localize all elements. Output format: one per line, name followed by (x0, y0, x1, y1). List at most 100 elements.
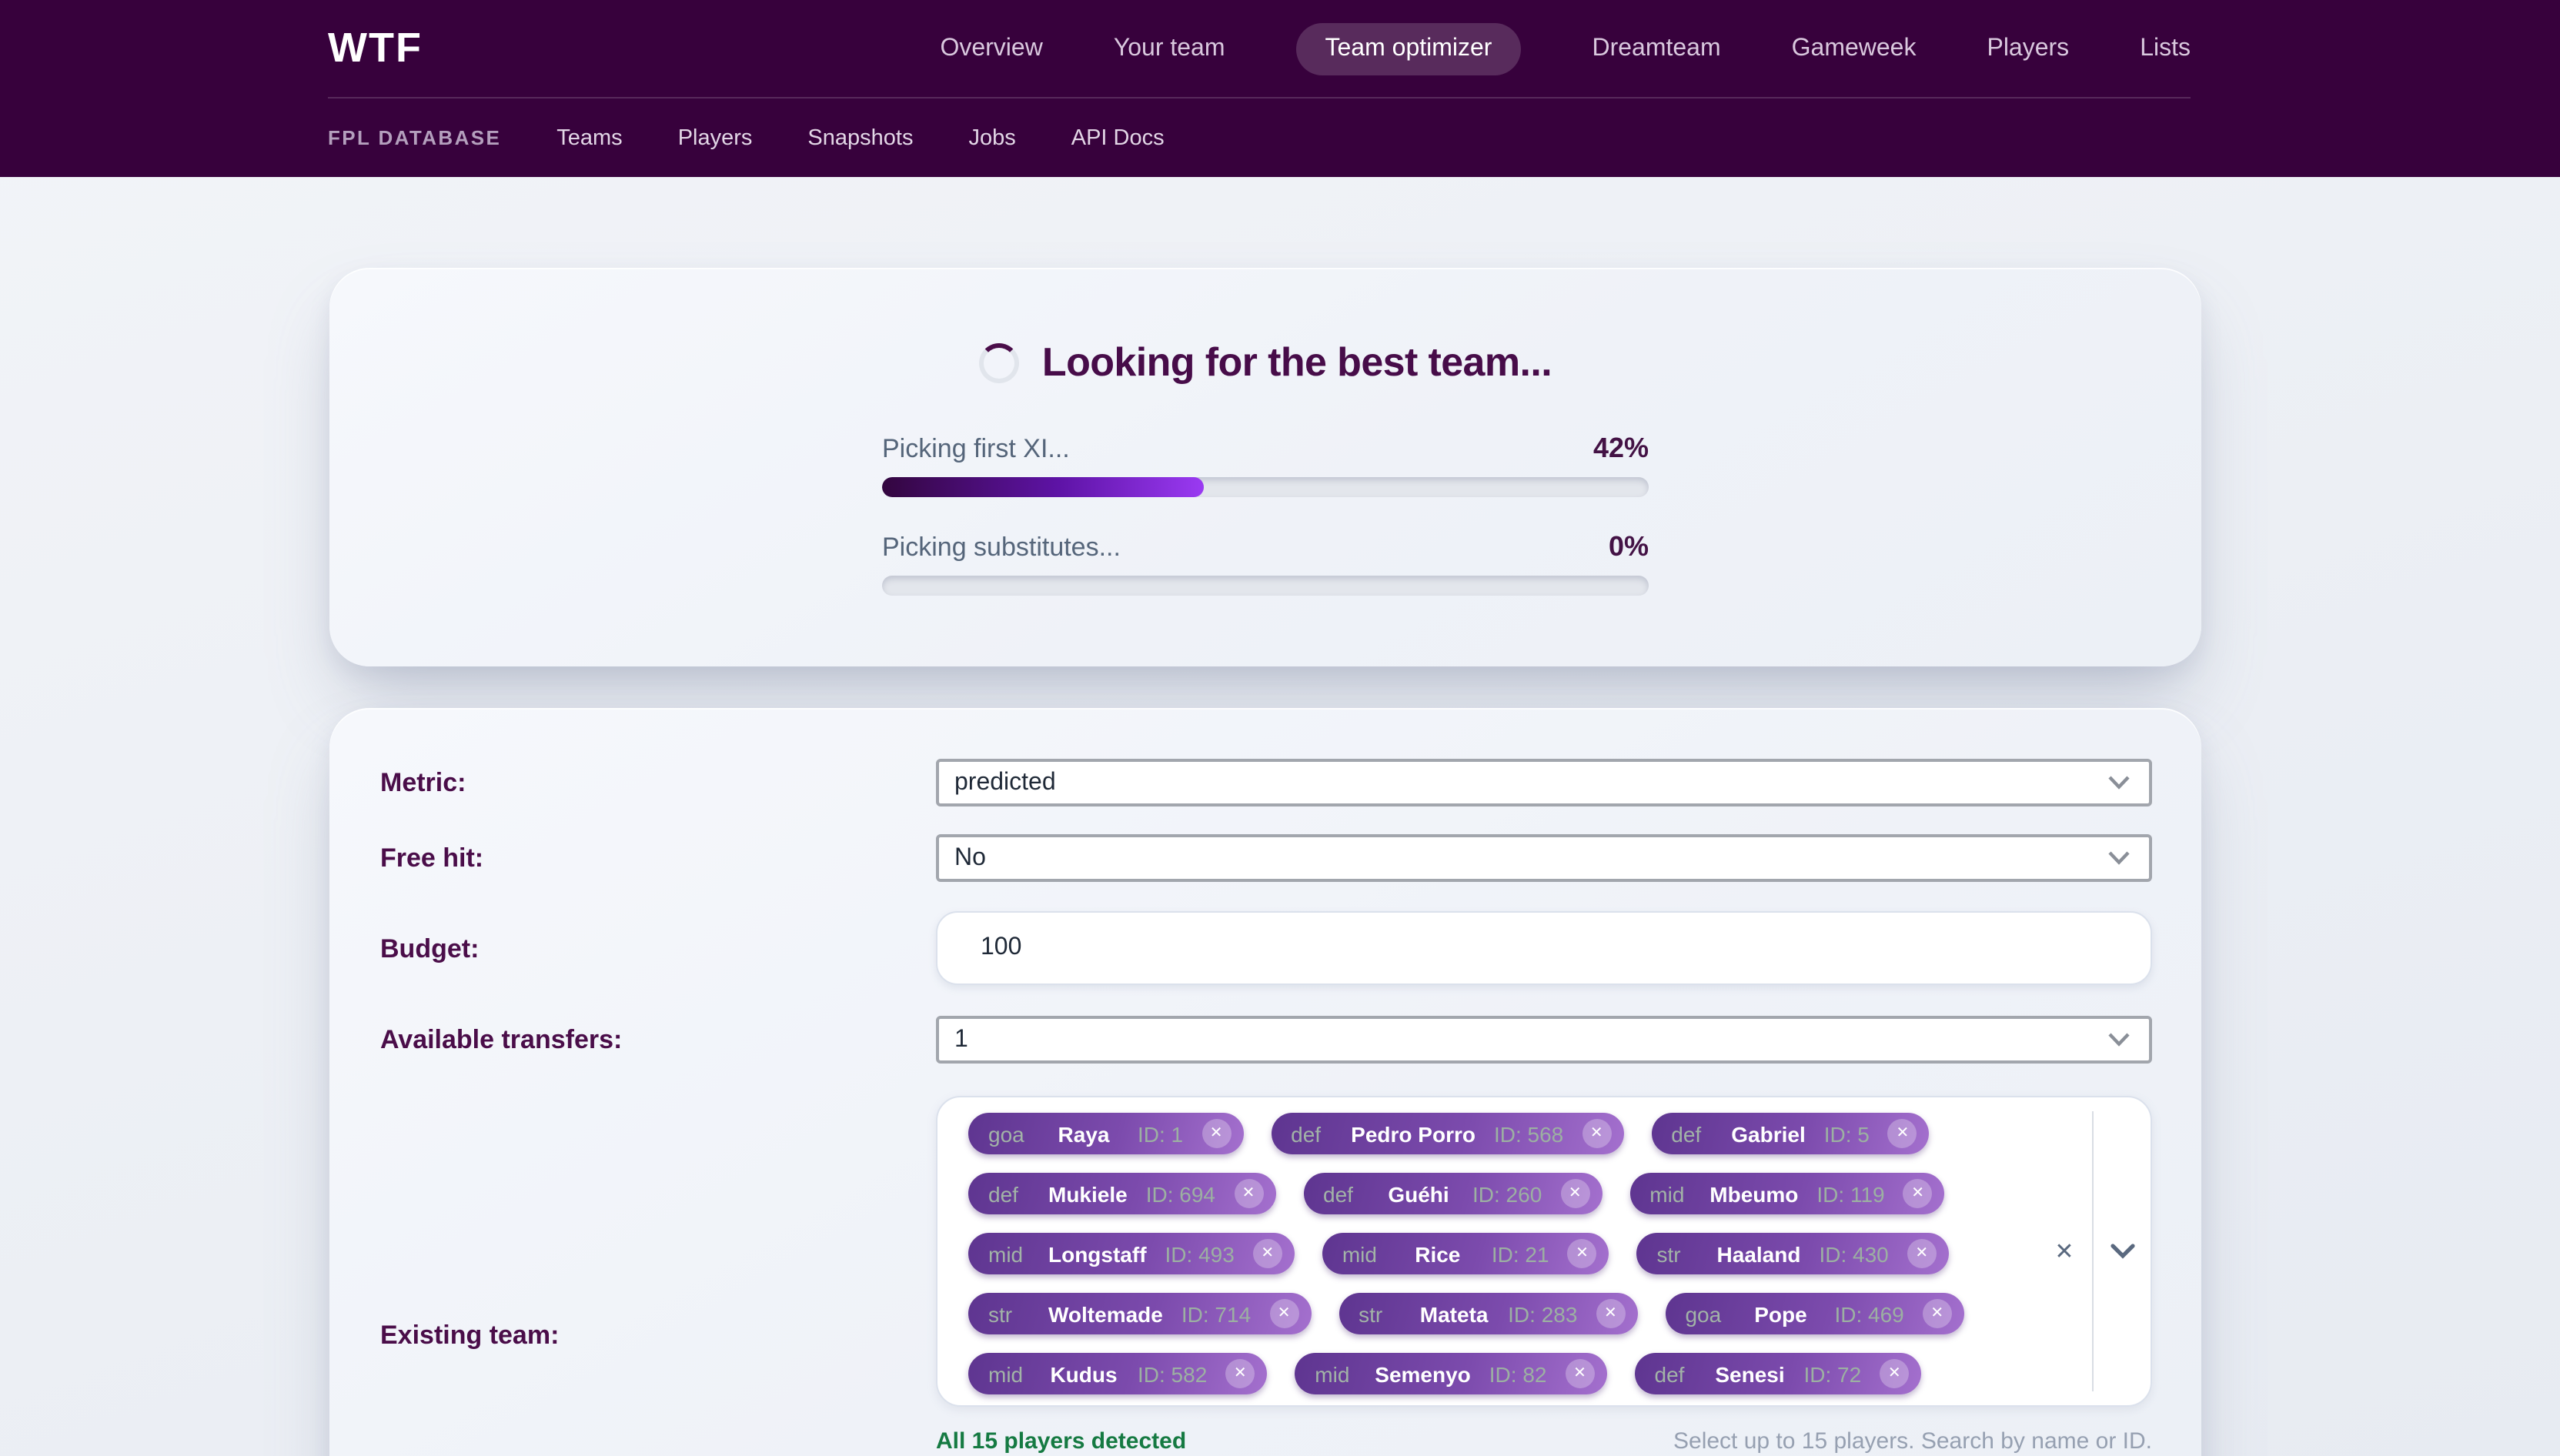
player-name: Gabriel (1731, 1121, 1806, 1146)
player-chip[interactable]: defMukieleID: 694✕ (968, 1173, 1275, 1214)
player-chip[interactable]: strWoltemadeID: 714✕ (968, 1293, 1311, 1334)
progress-fill (882, 477, 1204, 497)
player-id: ID: 430 (1819, 1241, 1888, 1266)
player-chip[interactable]: defSenesiID: 72✕ (1635, 1353, 1922, 1394)
progress-value: 42% (1593, 432, 1649, 465)
remove-player-icon[interactable]: ✕ (1582, 1119, 1611, 1148)
player-chip[interactable]: midLongstaffID: 493✕ (968, 1233, 1295, 1274)
player-position: goa (1685, 1301, 1726, 1326)
optimizer-form-card: Metric: /* positions set inline below vi… (329, 708, 2201, 1456)
nav-players[interactable]: Players (1987, 35, 2069, 62)
player-name: Raya (1048, 1121, 1119, 1146)
remove-player-icon[interactable]: ✕ (1566, 1359, 1595, 1388)
existing-team-multiselect[interactable]: goaRayaID: 1✕defPedro PorroID: 568✕defGa… (936, 1096, 2152, 1407)
selected-players-area: goaRayaID: 1✕defPedro PorroID: 568✕defGa… (937, 1097, 2037, 1405)
player-chip[interactable]: str Haaland ID: 430 ✕ (1637, 1233, 1949, 1274)
player-chip[interactable]: midMbeumoID: 119✕ (1629, 1173, 1944, 1214)
app-logo[interactable]: WTF (328, 25, 423, 72)
player-position: str (1359, 1301, 1400, 1326)
player-position: str (1657, 1241, 1699, 1266)
subnav-teams[interactable]: Teams (556, 125, 622, 150)
metric-select-value: predicted (954, 769, 2107, 796)
remove-player-icon[interactable]: ✕ (1596, 1299, 1625, 1328)
player-id: ID: 5 (1824, 1121, 1870, 1146)
nav-lists[interactable]: Lists (2140, 35, 2191, 62)
page: WTF Overview Your team Team optimizer Dr… (0, 0, 2560, 1456)
player-position: mid (988, 1361, 1030, 1386)
chip-row: strWoltemadeID: 714✕strMatetaID: 283✕goa… (968, 1293, 2027, 1334)
progress-title: Looking for the best team... (1042, 339, 1552, 386)
subnav-brand[interactable]: FPL DATABASE (328, 126, 501, 149)
progress-card: Looking for the best team... Picking fir… (329, 268, 2201, 666)
remove-player-icon[interactable]: ✕ (1880, 1359, 1909, 1388)
player-name: Kudus (1048, 1361, 1119, 1386)
subnav-snapshots[interactable]: Snapshots (807, 125, 913, 150)
app-header: WTF Overview Your team Team optimizer Dr… (0, 0, 2560, 177)
player-chip[interactable]: def Gabriel ID: 5 ✕ (1651, 1113, 1930, 1154)
player-position: def (1671, 1121, 1713, 1146)
nav-team-optimizer[interactable]: Team optimizer (1296, 22, 1522, 75)
nav-gameweek[interactable]: Gameweek (1792, 35, 1917, 62)
player-name: Pope (1745, 1301, 1816, 1326)
chevron-down-icon (2107, 1033, 2131, 1047)
remove-player-icon[interactable]: ✕ (1568, 1239, 1597, 1268)
player-chip[interactable]: midKudusID: 582✕ (968, 1353, 1267, 1394)
free-hit-label: Free hit: (380, 843, 483, 874)
player-id: ID: 283 (1508, 1301, 1577, 1326)
player-position: mid (1649, 1181, 1691, 1206)
player-name: Semenyo (1375, 1361, 1471, 1386)
player-chip[interactable]: mid Semenyo ID: 82 ✕ (1295, 1353, 1606, 1394)
player-chip[interactable]: goaRayaID: 1✕ (968, 1113, 1243, 1154)
player-id: ID: 21 (1492, 1241, 1549, 1266)
nav-dreamteam[interactable]: Dreamteam (1592, 35, 1720, 62)
available-transfers-select[interactable]: 1 (936, 1016, 2152, 1064)
player-chip[interactable]: defPedro PorroID: 568✕ (1271, 1113, 1623, 1154)
main-nav-row: WTF Overview Your team Team optimizer Dr… (328, 0, 2191, 99)
player-name: Rice (1402, 1241, 1473, 1266)
multiselect-indicators: ✕ (2037, 1097, 2151, 1405)
remove-player-icon[interactable]: ✕ (1253, 1239, 1282, 1268)
progress-bar-substitutes (882, 576, 1649, 596)
subnav-jobs[interactable]: Jobs (968, 125, 1015, 150)
subnav-players[interactable]: Players (678, 125, 753, 150)
remove-player-icon[interactable]: ✕ (1907, 1239, 1937, 1268)
player-position: def (1655, 1361, 1696, 1386)
budget-label: Budget: (380, 934, 479, 965)
progress-bar-first-xi (882, 477, 1649, 497)
player-id: ID: 82 (1489, 1361, 1547, 1386)
player-chip[interactable]: defGuéhiID: 260✕ (1303, 1173, 1602, 1214)
remove-player-icon[interactable]: ✕ (1269, 1299, 1298, 1328)
player-id: ID: 714 (1181, 1301, 1251, 1326)
player-name: Haaland (1717, 1241, 1801, 1266)
player-name: Guéhi (1383, 1181, 1454, 1206)
remove-player-icon[interactable]: ✕ (1234, 1179, 1263, 1208)
player-id: ID: 568 (1494, 1121, 1563, 1146)
subnav-api-docs[interactable]: API Docs (1071, 125, 1165, 150)
remove-player-icon[interactable]: ✕ (1888, 1119, 1917, 1148)
remove-player-icon[interactable]: ✕ (1560, 1179, 1589, 1208)
remove-player-icon[interactable]: ✕ (1903, 1179, 1933, 1208)
player-chip[interactable]: midRiceID: 21✕ (1322, 1233, 1609, 1274)
player-chip[interactable]: strMatetaID: 283✕ (1338, 1293, 1637, 1334)
player-name: Senesi (1715, 1361, 1786, 1386)
metric-select[interactable]: predicted (936, 759, 2152, 806)
remove-player-icon[interactable]: ✕ (1201, 1119, 1231, 1148)
players-detected-status: All 15 players detected (936, 1428, 1186, 1454)
remove-player-icon[interactable]: ✕ (1923, 1299, 1952, 1328)
player-chip[interactable]: goaPopeID: 469✕ (1665, 1293, 1963, 1334)
progress-label: Picking substitutes... (882, 532, 1121, 563)
player-position: mid (1315, 1361, 1356, 1386)
chip-row: defMukieleID: 694✕ defGuéhiID: 260✕ midMbe… (968, 1173, 2027, 1214)
nav-your-team[interactable]: Your team (1114, 35, 1225, 62)
free-hit-select[interactable]: No (936, 834, 2152, 882)
main-nav: Overview Your team Team optimizer Dreamt… (940, 22, 2191, 75)
clear-all-icon[interactable]: ✕ (2037, 1237, 2092, 1265)
player-name: Pedro Porro (1351, 1121, 1476, 1146)
chevron-down-icon[interactable] (2094, 1244, 2151, 1259)
free-hit-select-value: No (954, 844, 2107, 872)
remove-player-icon[interactable]: ✕ (1225, 1359, 1255, 1388)
nav-overview[interactable]: Overview (940, 35, 1042, 62)
player-position: def (988, 1181, 1030, 1206)
budget-input[interactable] (937, 934, 2151, 962)
player-position: goa (988, 1121, 1030, 1146)
